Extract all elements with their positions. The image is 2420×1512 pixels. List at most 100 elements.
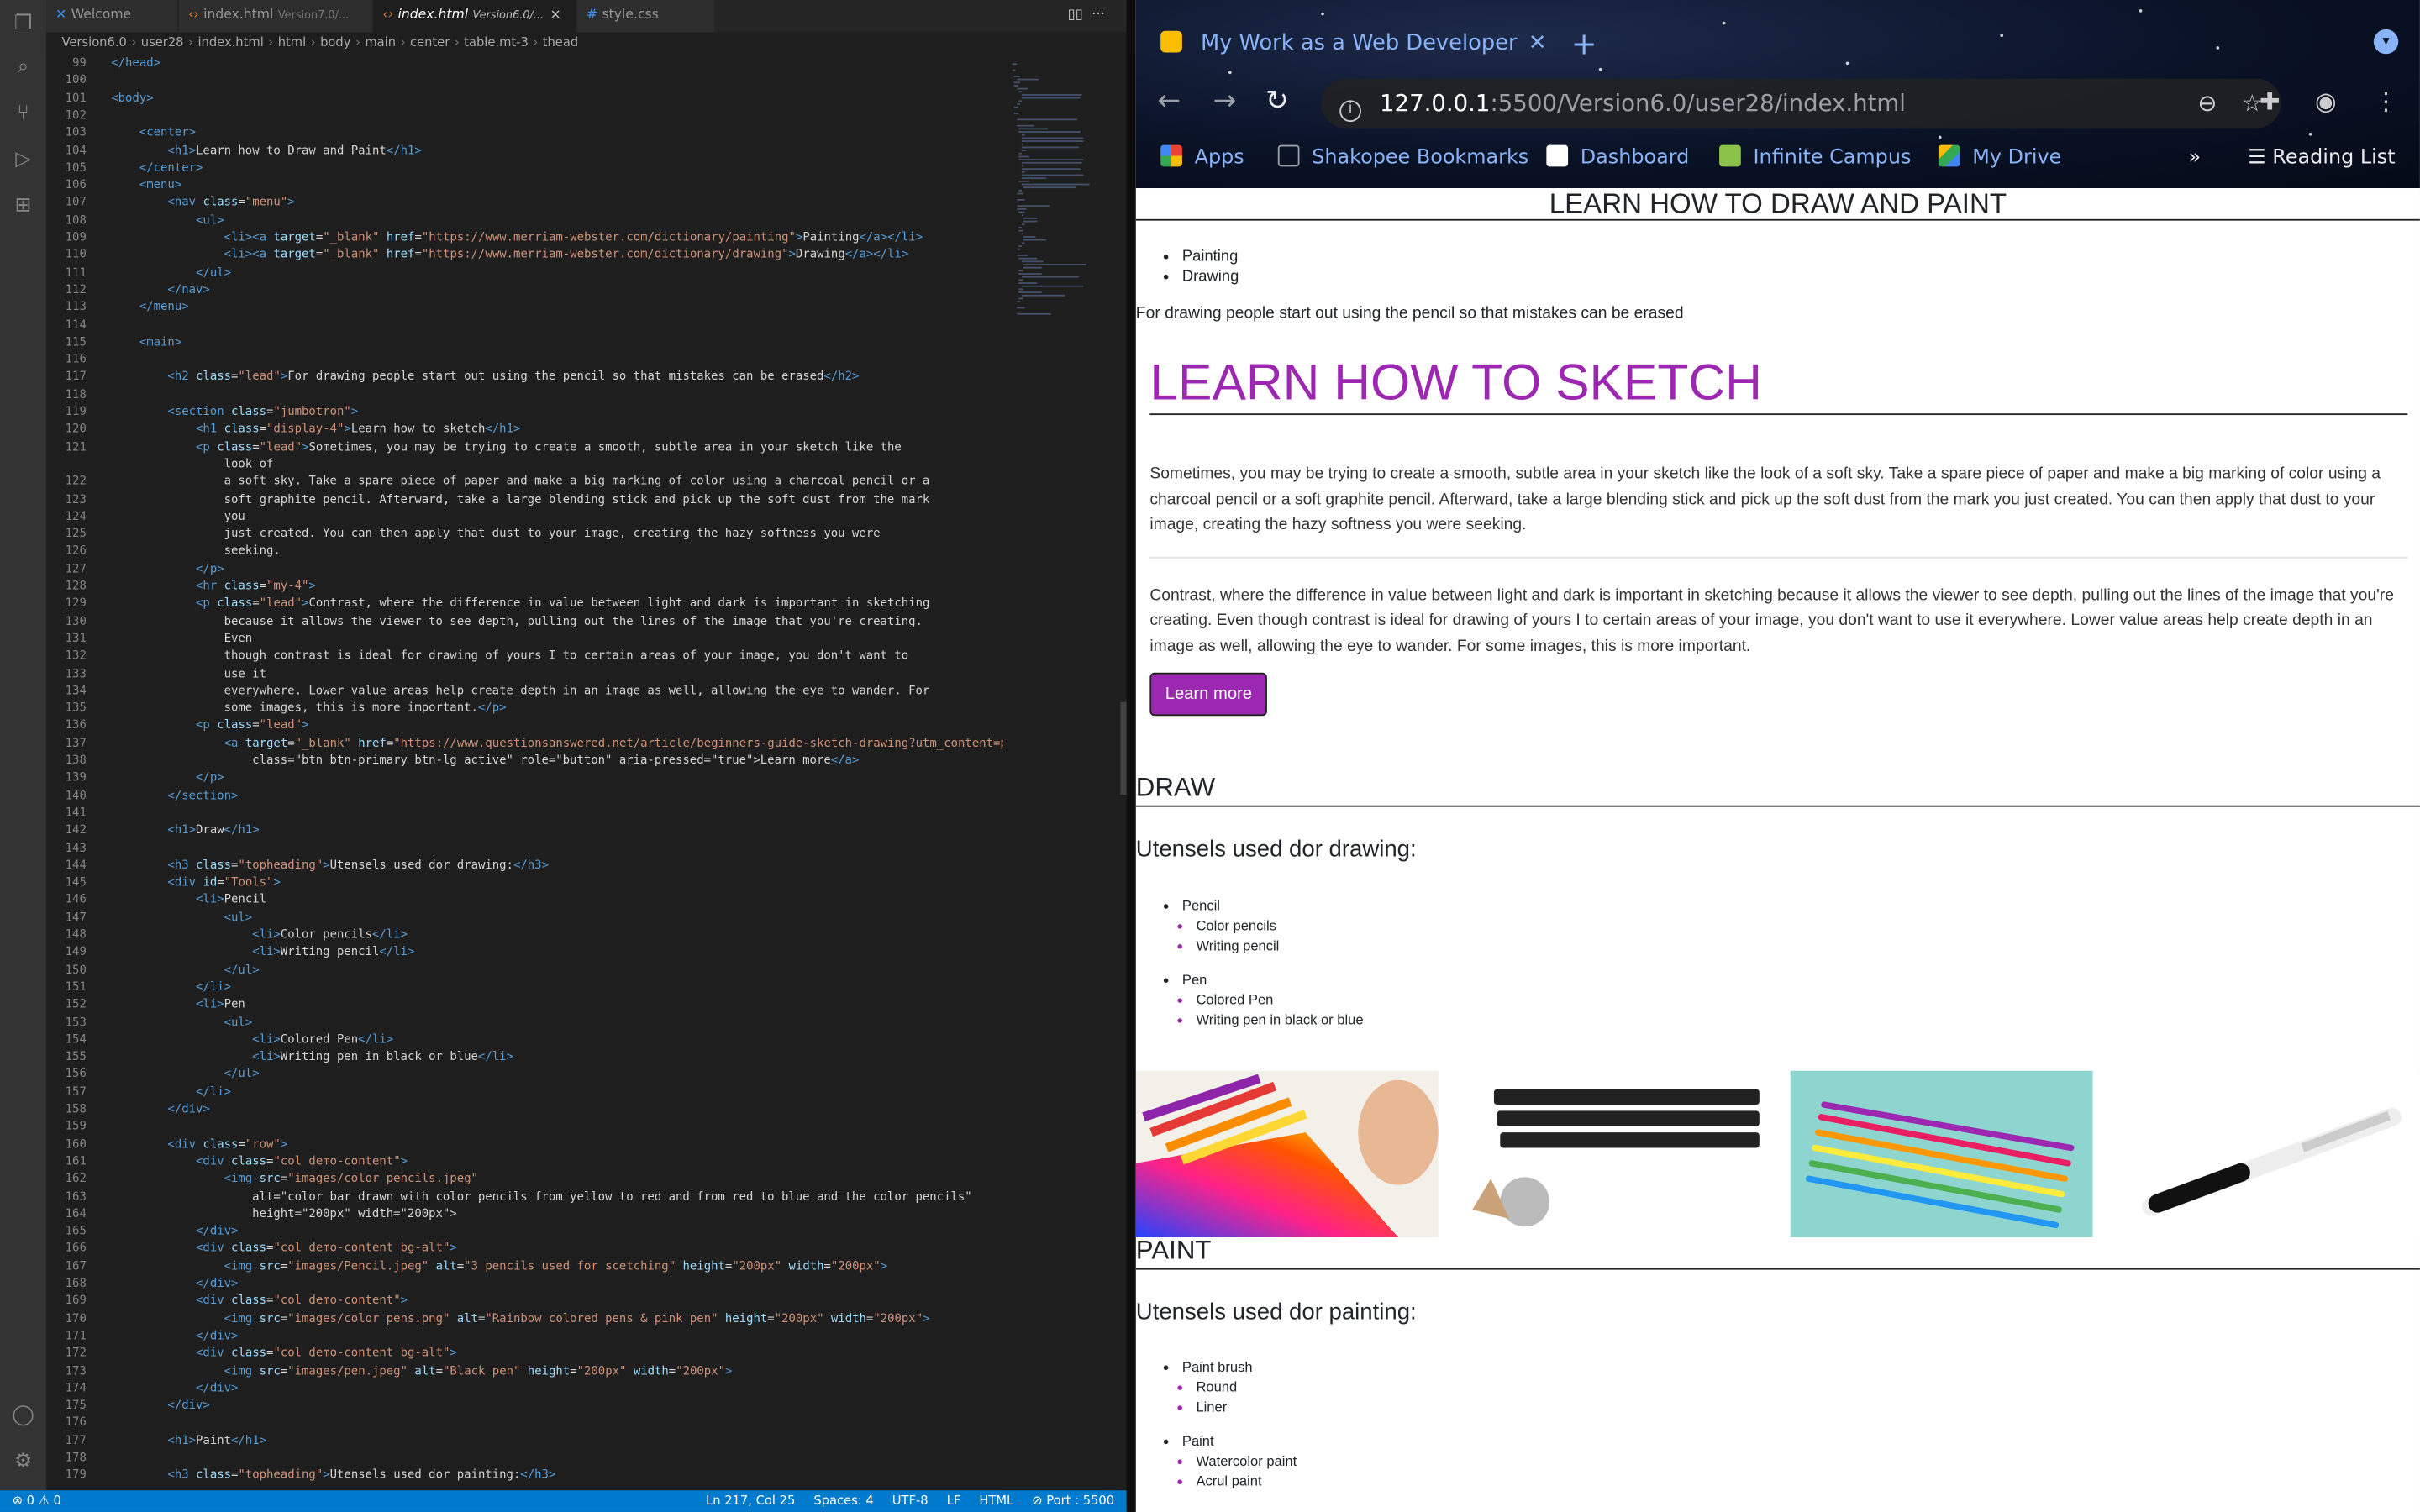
code-line[interactable]: </p>: [111, 559, 224, 577]
code-line[interactable]: <a target="_blank" href="https://www.que…: [111, 734, 1003, 752]
code-line[interactable]: <h1>Learn how to Draw and Paint</h1>: [111, 141, 421, 159]
status-item[interactable]: Ln 217, Col 25: [706, 1494, 795, 1508]
address-bar[interactable]: i 127.0.0.1:5500/Version6.0/user28/index.…: [1321, 78, 2281, 129]
new-tab-icon[interactable]: +: [1571, 18, 1597, 68]
code-line[interactable]: <h3 class="topheading">Utensels used dor…: [111, 856, 549, 874]
status-item[interactable]: UTF-8: [892, 1494, 929, 1508]
code-line[interactable]: you: [111, 507, 245, 525]
bookmark-apps[interactable]: Apps: [1160, 139, 1244, 179]
code-line[interactable]: <center>: [111, 123, 196, 141]
code-line[interactable]: <h3 class="topheading">Utensels used dor…: [111, 1466, 555, 1483]
code-line[interactable]: <img src="images/color pens.png" alt="Ra…: [111, 1310, 930, 1327]
code-line[interactable]: <h2 class="lead">For drawing people star…: [111, 368, 859, 386]
code-line[interactable]: <li><a target="_blank" href="https://www…: [111, 228, 923, 246]
code-line[interactable]: use it: [111, 664, 266, 682]
breadcrumb-item[interactable]: body: [320, 35, 350, 50]
code-line[interactable]: <p class="lead">: [111, 717, 308, 734]
code-line[interactable]: </ul>: [111, 263, 231, 281]
reload-icon[interactable]: ↻: [1265, 86, 1289, 118]
status-item[interactable]: Spaces: 4: [813, 1494, 873, 1508]
code-line[interactable]: soft graphite pencil. Afterward, take a …: [111, 490, 930, 507]
code-line[interactable]: though contrast is ideal for drawing of …: [111, 647, 909, 664]
bookmark-infinite-campus[interactable]: Infinite Campus: [1719, 139, 1911, 179]
learn-more-button[interactable]: Learn more: [1150, 672, 1268, 717]
code-line[interactable]: everywhere. Lower value areas help creat…: [111, 681, 930, 699]
code-line[interactable]: some images, this is more important.</p>: [111, 699, 507, 717]
code-line[interactable]: just created. You can then apply that du…: [111, 525, 881, 543]
code-line[interactable]: </li>: [111, 1083, 231, 1100]
code-line[interactable]: a soft sky. Take a spare piece of paper …: [111, 472, 930, 490]
code-line[interactable]: </section>: [111, 786, 238, 804]
tab-index-v6[interactable]: ‹› index.html Version6.0/... ×: [373, 0, 577, 33]
scrollbar-thumb[interactable]: [1120, 701, 1127, 795]
explorer-icon[interactable]: ❐: [11, 13, 35, 37]
code-line[interactable]: </div>: [111, 1396, 209, 1414]
code-line[interactable]: seeking.: [111, 542, 281, 559]
problems-count[interactable]: ⊗ 0 ⚠ 0: [13, 1490, 61, 1512]
extensions-puzzle-icon[interactable]: ✚: [2260, 87, 2281, 116]
code-line[interactable]: <ul>: [111, 1013, 253, 1031]
code-line[interactable]: <li>Pen: [111, 995, 245, 1013]
code-line[interactable]: <p class="lead">Sometimes, you may be tr…: [111, 438, 902, 455]
code-line[interactable]: <div class="row">: [111, 1135, 287, 1152]
code-line[interactable]: <div class="col demo-content bg-alt">: [111, 1240, 457, 1257]
bookmark-dashboard[interactable]: Dashboard: [1546, 139, 1689, 179]
code-line[interactable]: </div>: [111, 1222, 238, 1240]
status-item[interactable]: ⊘ Port : 5500: [1032, 1494, 1114, 1508]
code-line[interactable]: <menu>: [111, 176, 182, 194]
zoom-icon[interactable]: ⊖: [2197, 90, 2217, 118]
tab-search-icon[interactable]: ▾: [2373, 29, 2399, 55]
code-line[interactable]: <img src="images/color pencils.jpeg": [111, 1170, 478, 1188]
code-line[interactable]: <img src="images/Pencil.jpeg" alt="3 pen…: [111, 1257, 888, 1274]
code-line[interactable]: </p>: [111, 769, 224, 786]
code-line[interactable]: <p class="lead">Contrast, where the diff…: [111, 595, 929, 612]
code-line[interactable]: <img src="images/pen.jpeg" alt="Black pe…: [111, 1362, 733, 1379]
code-line[interactable]: <ul>: [111, 211, 224, 228]
code-line[interactable]: alt="color bar drawn with color pencils …: [111, 1187, 972, 1205]
code-line[interactable]: <li><a target="_blank" href="https://www…: [111, 246, 909, 264]
code-line[interactable]: look of: [111, 455, 274, 473]
bookmark-my-drive[interactable]: My Drive: [1938, 139, 2061, 179]
code-line[interactable]: <li>Pencil: [111, 890, 266, 908]
code-line[interactable]: <h1>Draw</h1>: [111, 821, 259, 838]
code-line[interactable]: because it allows the viewer to see dept…: [111, 612, 923, 629]
code-line[interactable]: height="200px" width="200px">: [111, 1205, 457, 1222]
code-line[interactable]: <div class="col demo-content">: [111, 1292, 408, 1310]
more-bookmarks-icon[interactable]: »: [2188, 139, 2201, 179]
code-line[interactable]: <ul>: [111, 908, 253, 926]
chrome-menu-icon[interactable]: ⋮: [2374, 87, 2398, 116]
code-line[interactable]: </nav>: [111, 281, 209, 298]
tab-welcome[interactable]: ✕ Welcome: [46, 0, 180, 33]
browser-tab[interactable]: My Work as a Web Developer ✕: [1160, 18, 1546, 68]
menu-link-painting[interactable]: Painting: [1182, 247, 1239, 267]
code-line[interactable]: <div id="Tools">: [111, 874, 280, 891]
code-line[interactable]: </center>: [111, 159, 203, 176]
breadcrumb-item[interactable]: index.html: [197, 35, 263, 50]
run-debug-icon[interactable]: ▷: [11, 148, 35, 172]
code-line[interactable]: <h1 class="display-4">Learn how to sketc…: [111, 420, 520, 438]
code-line[interactable]: Even: [111, 629, 253, 647]
source-control-icon[interactable]: ⑂: [11, 102, 35, 126]
breadcrumb-item[interactable]: html: [278, 35, 306, 50]
code-line[interactable]: <hr class="my-4">: [111, 577, 316, 595]
code-line[interactable]: <h1>Paint</h1>: [111, 1431, 266, 1449]
forward-icon[interactable]: →: [1213, 86, 1237, 118]
code-line[interactable]: </div>: [111, 1274, 238, 1292]
gear-icon[interactable]: ⚙: [11, 1450, 35, 1474]
code-editor[interactable]: 99 </head> 100 101 <body> 102 103 <center> 104 …: [46, 54, 1003, 1490]
code-line[interactable]: <div class="col demo-content bg-alt">: [111, 1344, 457, 1362]
code-line[interactable]: </head>: [111, 54, 160, 71]
code-line[interactable]: <section class="jumbotron">: [111, 402, 358, 420]
minimap[interactable]: [1006, 54, 1102, 1491]
code-line[interactable]: </div>: [111, 1100, 209, 1118]
code-line[interactable]: </div>: [111, 1379, 238, 1397]
tab-index-v7[interactable]: ‹› index.html Version7.0/...: [179, 0, 374, 33]
code-line[interactable]: <main>: [111, 333, 182, 350]
code-line[interactable]: <li>Colored Pen</li>: [111, 1031, 393, 1048]
status-item[interactable]: LF: [947, 1494, 961, 1508]
breadcrumb-item[interactable]: center: [410, 35, 450, 50]
breadcrumb-item[interactable]: Version6.0: [61, 35, 126, 50]
account-icon[interactable]: ◯: [11, 1404, 35, 1428]
code-line[interactable]: class="btn btn-primary btn-lg active" ro…: [111, 751, 859, 769]
breadcrumb-item[interactable]: main: [365, 35, 396, 50]
